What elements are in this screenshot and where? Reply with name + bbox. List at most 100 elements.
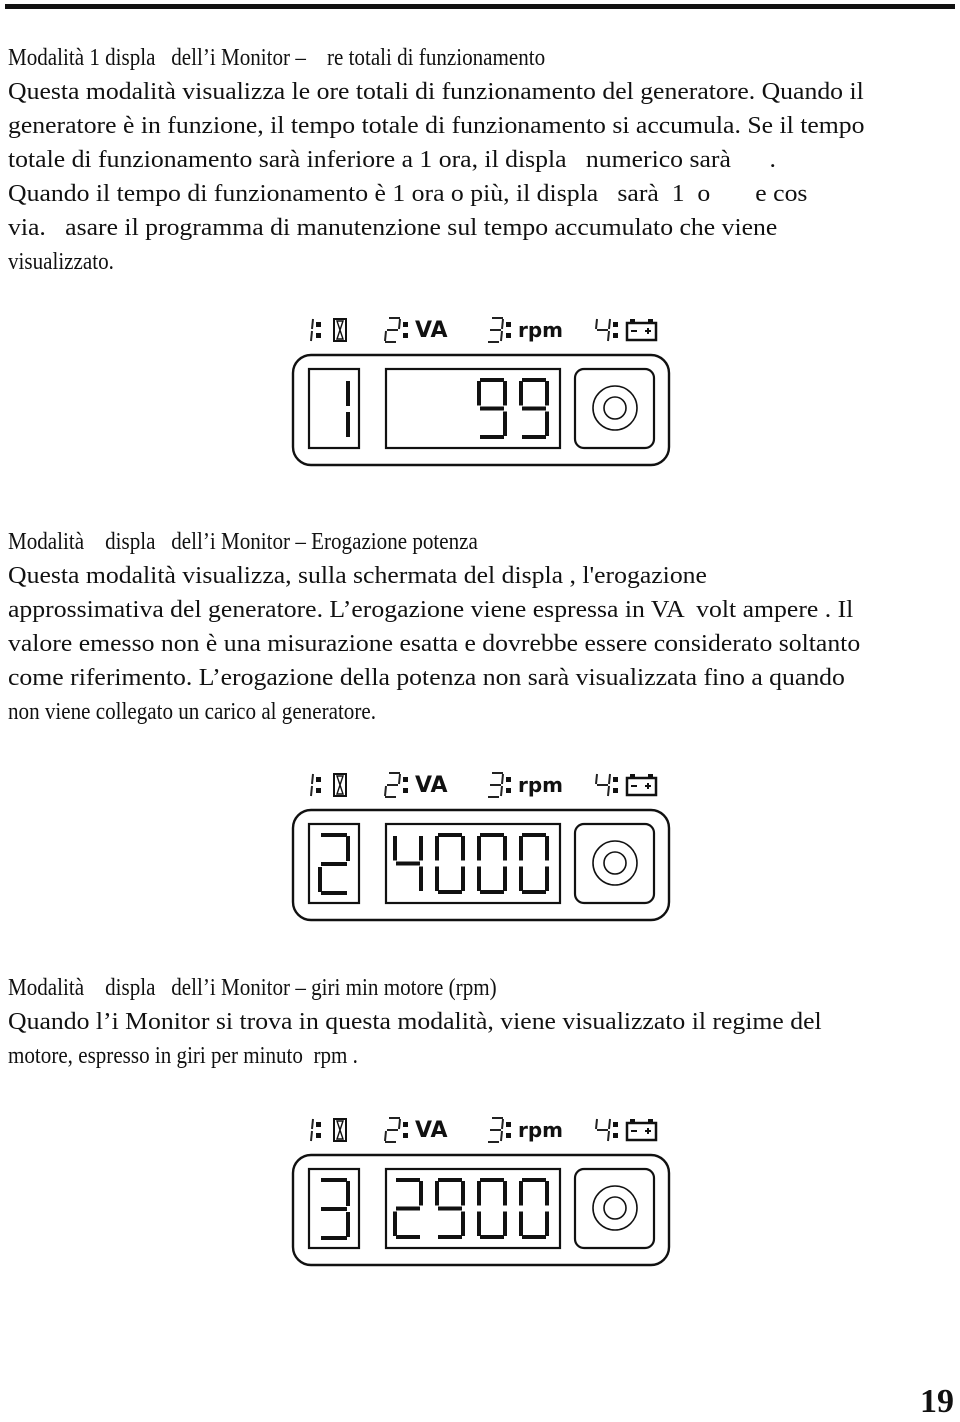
label-segment <box>595 773 598 785</box>
lcd-segment <box>519 836 523 861</box>
label-segment <box>398 318 401 330</box>
paragraph-line: approssimativa del generatore. L’erogazi… <box>8 596 854 623</box>
section-power: Modalità displa dell’i Monitor – Erogazi… <box>8 525 956 729</box>
label-segment <box>310 330 313 342</box>
mode-label-text: rpm <box>518 318 563 342</box>
lcd-segment <box>396 1178 420 1182</box>
colon-dot <box>613 788 618 793</box>
colon-dot <box>506 788 511 793</box>
paragraph-line: valore emesso non è una misurazione esat… <box>8 630 861 657</box>
mode-label-text: rpm <box>518 1118 563 1142</box>
top-rule <box>5 4 955 9</box>
colon-dot <box>316 777 321 782</box>
label-segment <box>607 785 610 797</box>
label-segment <box>608 1118 611 1130</box>
lcd-segment <box>503 1181 507 1206</box>
lcd-segment <box>461 1181 465 1206</box>
paragraph-line: Quando il tempo di funzionamento è 1 ora… <box>8 180 808 207</box>
colon-dot <box>316 322 321 327</box>
colon-dot <box>403 333 408 338</box>
lcd-segment <box>438 1206 462 1211</box>
button-outer-ring <box>592 385 638 431</box>
lcd-segment <box>522 406 546 411</box>
lcd-segment <box>519 1181 523 1206</box>
paragraph-line: motore, espresso in giri per minuto rpm … <box>8 1042 358 1069</box>
mode-label-3: rpm <box>488 1117 563 1143</box>
lcd-segment <box>480 1235 504 1239</box>
label-segment <box>595 1118 598 1130</box>
section-heading: Modalità displa dell’i Monitor – giri mi… <box>8 974 497 1001</box>
colon-dot <box>403 1122 408 1127</box>
colon-dot <box>316 788 321 793</box>
lcd-segment <box>438 1178 462 1182</box>
section-rpm: Modalità displa dell’i Monitor – giri mi… <box>8 971 956 1073</box>
mode-label-2: VA <box>384 1117 448 1143</box>
label-segment <box>310 1130 313 1142</box>
lcd-segment <box>346 412 350 437</box>
lcd-segment <box>396 1235 420 1239</box>
hourglass-icon <box>333 1118 347 1142</box>
lcd-segment <box>393 836 397 861</box>
lcd-segment <box>321 1207 347 1211</box>
colon-dot <box>403 1133 408 1138</box>
label-segment <box>607 330 610 342</box>
mode-digit <box>321 1178 350 1240</box>
lcd-segment <box>519 1211 523 1236</box>
label-segment <box>500 1130 503 1142</box>
label-segment <box>398 773 401 785</box>
mode-label-1 <box>310 773 347 797</box>
label-segment <box>398 1118 401 1130</box>
lcd-segment <box>396 861 420 866</box>
lcd-segment <box>480 1178 504 1182</box>
mode-label-text: VA <box>415 318 448 343</box>
lcd-segment <box>435 866 439 891</box>
section-hours: Modalità 1 displa dell’i Monitor – re to… <box>8 41 956 279</box>
lcd-segment <box>321 1178 347 1182</box>
lcd-segment <box>519 866 523 891</box>
button-inner-ring <box>603 851 627 875</box>
value-readout <box>477 378 549 439</box>
paragraph-line: generatore è in funzione, il tempo total… <box>8 112 865 139</box>
lcd-segment <box>522 435 546 439</box>
lcd-svg: VA rpm <box>291 1117 671 1267</box>
label-segment <box>607 1130 610 1142</box>
button-outer-ring <box>592 840 638 886</box>
colon-dot <box>506 322 511 327</box>
lcd-display-hours: VA rpm <box>290 300 672 480</box>
colon-dot <box>613 777 618 782</box>
lcd-segment <box>477 836 481 861</box>
mode-digit <box>318 833 350 895</box>
lcd-segment <box>438 833 462 837</box>
lcd-svg: VA rpm <box>291 772 671 922</box>
lcd-segment <box>346 1181 350 1206</box>
lcd-segment <box>396 1206 420 1211</box>
lcd-display-power: VA rpm <box>290 755 672 935</box>
colon-dot <box>506 777 511 782</box>
lcd-segment <box>435 1181 439 1206</box>
section-heading: Modalità 1 displa dell’i Monitor – re to… <box>8 44 546 71</box>
label-segment <box>595 318 598 330</box>
lcd-segment <box>503 411 507 436</box>
lcd-segment <box>321 891 347 895</box>
mode-button <box>573 822 656 905</box>
colon-dot <box>316 1133 321 1138</box>
lcd-segment <box>522 833 546 837</box>
lcd-segment <box>346 381 350 406</box>
colon-dot <box>316 333 321 338</box>
colon-dot <box>613 1133 618 1138</box>
mode-label-text: VA <box>415 1118 448 1143</box>
lcd-segment <box>461 1211 465 1236</box>
mode-label-4 <box>595 1118 658 1142</box>
label-segment <box>311 1118 314 1130</box>
label-segment <box>500 330 503 342</box>
value-readout <box>393 1178 549 1239</box>
mode-digit <box>346 381 350 437</box>
paragraph-line: Quando l’i Monitor si trova in questa mo… <box>8 1008 822 1035</box>
hourglass-icon <box>333 318 347 342</box>
colon-dot <box>506 1122 511 1127</box>
lcd-segment <box>545 1181 549 1206</box>
lcd-segment <box>477 866 481 891</box>
lcd-segment <box>477 381 481 406</box>
mode-label-1 <box>310 318 347 342</box>
paragraph-line: via. asare il programma di manutenzione … <box>8 214 778 241</box>
